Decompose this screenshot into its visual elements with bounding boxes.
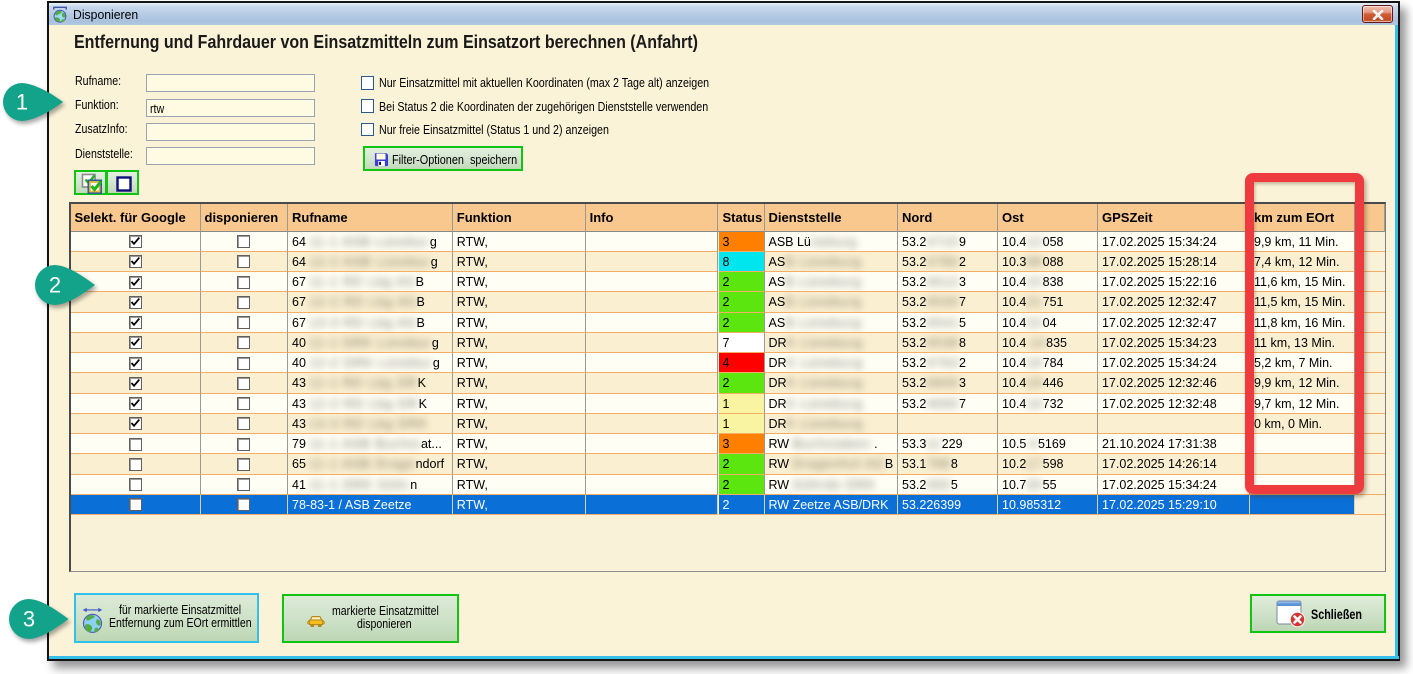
- svg-text:3: 3: [23, 607, 35, 632]
- svg-text:2: 2: [49, 273, 61, 298]
- svg-text:1: 1: [16, 90, 28, 115]
